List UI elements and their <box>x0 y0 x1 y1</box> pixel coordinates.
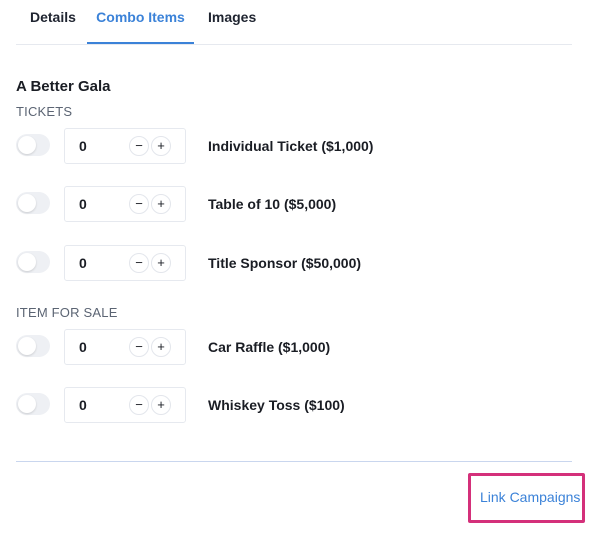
item-label: Table of 10 ($5,000) <box>208 196 337 212</box>
quantity-value[interactable]: 0 <box>79 129 87 163</box>
decrement-button[interactable]: − <box>129 136 149 156</box>
item-toggle[interactable] <box>16 134 50 156</box>
item-label: Whiskey Toss ($100) <box>208 397 345 413</box>
quantity-stepper: 0 − + <box>64 128 186 164</box>
item-label: Car Raffle ($1,000) <box>208 339 331 355</box>
item-toggle[interactable] <box>16 335 50 357</box>
decrement-button[interactable]: − <box>129 194 149 214</box>
tab-bar: Details Combo Items Images <box>16 0 572 45</box>
increment-button[interactable]: + <box>151 253 171 273</box>
item-toggle[interactable] <box>16 251 50 273</box>
combo-item-row: 0 − + Car Raffle ($1,000) <box>16 329 576 365</box>
decrement-button[interactable]: − <box>129 395 149 415</box>
quantity-stepper: 0 − + <box>64 329 186 365</box>
quantity-value[interactable]: 0 <box>79 388 87 422</box>
increment-button[interactable]: + <box>151 194 171 214</box>
item-label: Title Sponsor ($50,000) <box>208 255 362 271</box>
tab-combo-items[interactable]: Combo Items <box>87 0 194 44</box>
link-campaigns-link[interactable]: Link Campaigns <box>480 489 580 505</box>
section-label-tickets: TICKETS <box>16 104 73 119</box>
increment-button[interactable]: + <box>151 395 171 415</box>
toggle-knob <box>18 395 36 413</box>
combo-item-row: 0 − + Table of 10 ($5,000) <box>16 186 576 222</box>
tab-details[interactable]: Details <box>16 0 86 44</box>
increment-button[interactable]: + <box>151 136 171 156</box>
quantity-value[interactable]: 0 <box>79 330 87 364</box>
toggle-knob <box>18 337 36 355</box>
footer-divider <box>16 461 572 462</box>
toggle-knob <box>18 194 36 212</box>
quantity-value[interactable]: 0 <box>79 246 87 280</box>
combo-item-row: 0 − + Title Sponsor ($50,000) <box>16 245 576 281</box>
item-toggle[interactable] <box>16 393 50 415</box>
section-label-item-for-sale: ITEM FOR SALE <box>16 305 118 320</box>
quantity-value[interactable]: 0 <box>79 187 87 221</box>
item-label: Individual Ticket ($1,000) <box>208 138 374 154</box>
campaign-title: A Better Gala <box>16 78 111 95</box>
toggle-knob <box>18 136 36 154</box>
decrement-button[interactable]: − <box>129 337 149 357</box>
quantity-stepper: 0 − + <box>64 186 186 222</box>
combo-item-row: 0 − + Individual Ticket ($1,000) <box>16 128 576 164</box>
quantity-stepper: 0 − + <box>64 245 186 281</box>
combo-item-row: 0 − + Whiskey Toss ($100) <box>16 387 576 423</box>
item-toggle[interactable] <box>16 192 50 214</box>
tab-images[interactable]: Images <box>208 0 256 44</box>
increment-button[interactable]: + <box>151 337 171 357</box>
decrement-button[interactable]: − <box>129 253 149 273</box>
quantity-stepper: 0 − + <box>64 387 186 423</box>
toggle-knob <box>18 253 36 271</box>
